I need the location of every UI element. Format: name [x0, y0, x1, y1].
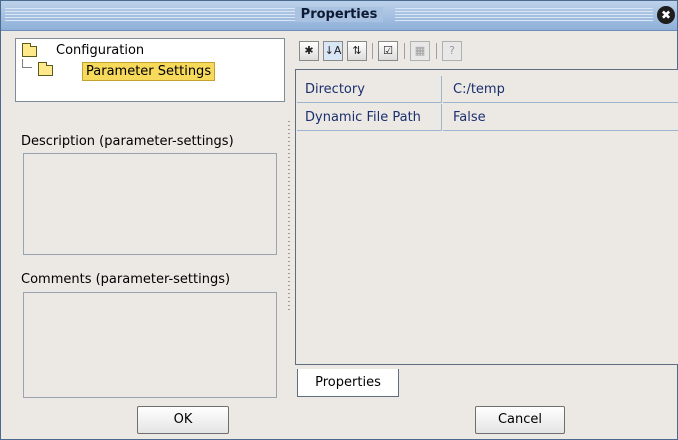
property-table[interactable]: Directory C:/temp Dynamic File Path Fals… [295, 69, 678, 365]
help-button[interactable]: ? [442, 41, 462, 61]
help-icon: ? [449, 44, 455, 57]
property-value[interactable]: C:/temp [443, 76, 678, 103]
expand-button[interactable]: ✱ [299, 41, 319, 61]
window-title: Properties [1, 7, 677, 22]
property-key: Directory [297, 76, 442, 103]
property-row[interactable]: Dynamic File Path False [297, 104, 678, 131]
pane-splitter[interactable] [288, 121, 290, 311]
configuration-tree[interactable]: Configuration Parameter Settings [15, 38, 285, 102]
sort-alphabetic-icon: ↓A [324, 44, 342, 57]
sort-alphabetic-button[interactable]: ↓A [323, 41, 343, 61]
checklist-button[interactable]: ☑ [378, 41, 398, 61]
comments-field[interactable] [23, 292, 277, 398]
window-title-text: Properties [294, 7, 384, 22]
properties-dialog: Properties ✖ Configuration Parameter Set… [0, 0, 678, 440]
folder-icon [38, 62, 53, 76]
title-bar[interactable]: Properties ✖ [1, 1, 677, 31]
tree-node-parameter-settings[interactable]: Parameter Settings [82, 62, 216, 81]
property-value[interactable]: False [443, 104, 678, 131]
toolbar-separator [372, 43, 373, 59]
property-key: Dynamic File Path [297, 104, 442, 131]
tab-properties[interactable]: Properties [297, 369, 399, 397]
tree-node-configuration[interactable]: Configuration [56, 43, 144, 58]
property-row[interactable]: Directory C:/temp [297, 76, 678, 103]
folder-icon [22, 43, 37, 57]
cancel-button[interactable]: Cancel [475, 406, 565, 434]
ok-button[interactable]: OK [137, 406, 229, 434]
tree-connector [22, 59, 32, 68]
grid-view-button[interactable]: ▦ [410, 41, 430, 61]
grid-view-icon: ▦ [414, 44, 426, 57]
comments-label: Comments (parameter-settings) [21, 272, 231, 287]
close-icon[interactable]: ✖ [657, 6, 675, 24]
toolbar-separator [404, 43, 405, 59]
expand-icon: ✱ [304, 44, 314, 57]
description-field[interactable] [23, 153, 277, 255]
description-label: Description (parameter-settings) [21, 134, 234, 149]
toolbar-separator [436, 43, 437, 59]
sort-category-icon: ⇅ [352, 44, 362, 57]
sort-category-button[interactable]: ⇅ [347, 41, 367, 61]
checklist-icon: ☑ [383, 44, 393, 57]
